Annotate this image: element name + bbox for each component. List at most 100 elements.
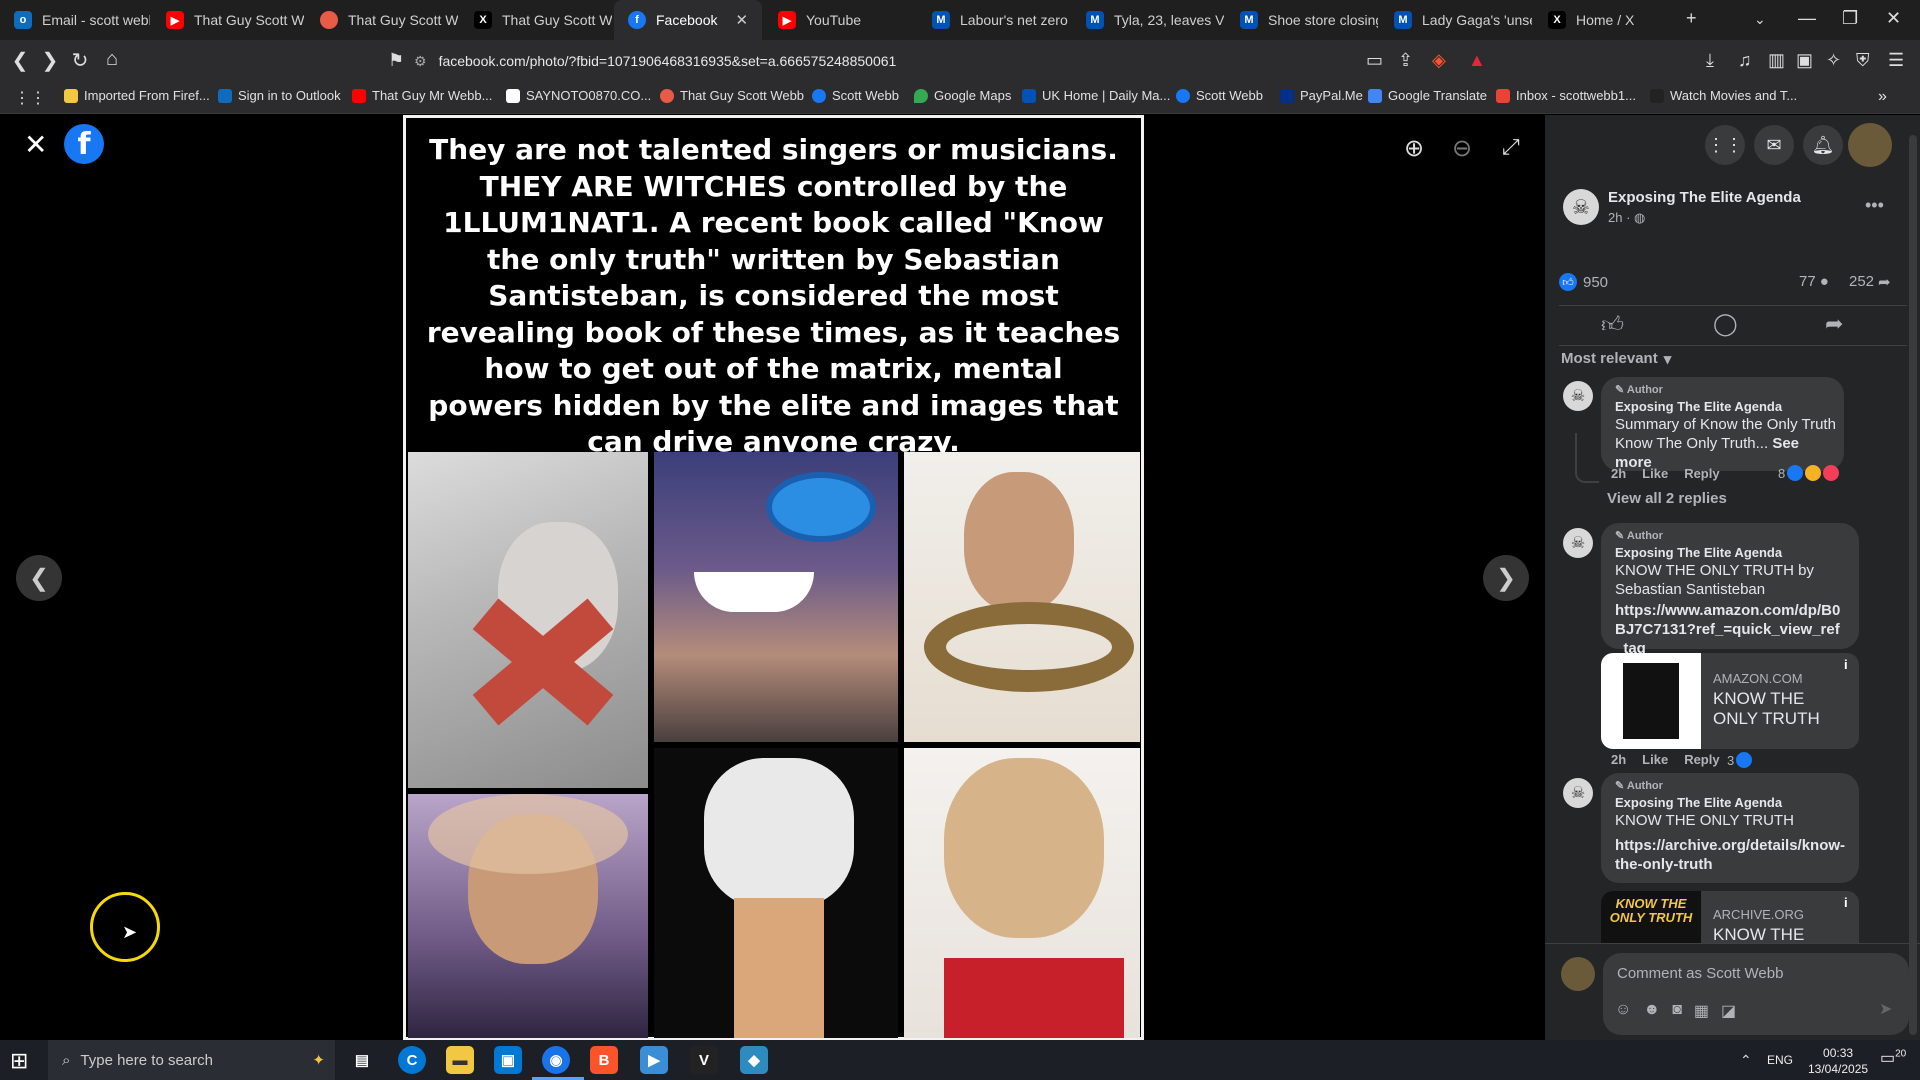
close-viewer-icon[interactable]: ✕ [24, 128, 47, 161]
like-button-icon[interactable]: 👍︎ [1601, 311, 1624, 338]
task-view-icon[interactable]: ▤ [348, 1046, 376, 1074]
share-count[interactable]: 252 ➦ [1849, 273, 1891, 291]
bookmark-item[interactable]: Google Maps [914, 88, 1011, 103]
vpn-icon[interactable]: ⛨ [1856, 50, 1870, 71]
browser-tab[interactable]: ▶ YouTube [764, 0, 916, 40]
notification-center[interactable]: ▭20 [1880, 1048, 1906, 1068]
app-icon[interactable]: ◉ [542, 1046, 570, 1074]
windows-start-icon[interactable]: ⊞ [10, 1048, 28, 1074]
browser-tab[interactable]: ▶ That Guy Scott We [152, 0, 304, 40]
app-icon[interactable]: ◆ [740, 1046, 768, 1074]
reload-icon[interactable]: ↻ [66, 48, 94, 73]
file-explorer-icon[interactable]: ▬ [446, 1046, 474, 1074]
menu-grid-icon[interactable]: ⋮⋮ [1705, 125, 1745, 165]
browser-tab[interactable]: o Email - scott webb [0, 0, 150, 40]
browser-tab[interactable]: X Home / X [1534, 0, 1664, 40]
bookmark-item[interactable]: SAYNOTO0870.CO... [506, 88, 651, 103]
media-icon[interactable]: ♫ [1738, 50, 1752, 71]
screen-cast-icon[interactable]: ▭ [1366, 50, 1383, 71]
page-name[interactable]: Exposing The Elite Agenda [1608, 189, 1801, 206]
taskbar-search[interactable]: ⌕ Type here to search ✦ [48, 1040, 335, 1080]
comment-like-button[interactable]: Like [1642, 466, 1668, 481]
store-icon[interactable]: ▣ [494, 1046, 522, 1074]
brave-browser-icon[interactable]: B [590, 1046, 618, 1074]
notifications-icon[interactable]: 🔔︎ [1803, 125, 1843, 165]
browser-tab[interactable]: That Guy Scott We [306, 0, 458, 40]
sort-dropdown[interactable]: Most relevant ▾ [1561, 350, 1671, 368]
post-time[interactable]: 2h · [1608, 210, 1634, 225]
comment-author[interactable]: Exposing The Elite Agenda [1615, 795, 1782, 810]
language-indicator[interactable]: ENG [1767, 1053, 1793, 1067]
more-options-icon[interactable]: ••• [1865, 195, 1884, 216]
messenger-icon[interactable]: ✉ [1754, 125, 1794, 165]
bookmark-item[interactable]: Watch Movies and T... [1650, 88, 1797, 103]
browser-tab[interactable]: M Tyla, 23, leaves VER [1072, 0, 1224, 40]
comment-like-button[interactable]: Like [1642, 752, 1668, 767]
comment-author[interactable]: Exposing The Elite Agenda [1615, 545, 1782, 560]
comment-reply-button[interactable]: Reply [1684, 752, 1719, 767]
view-replies-link[interactable]: View all 2 replies [1607, 490, 1727, 507]
share-button-icon[interactable]: ➦ [1825, 311, 1843, 337]
tab-list-chevron-icon[interactable]: ⌄ [1754, 11, 1766, 28]
comment-button-icon[interactable]: ◯ [1713, 311, 1738, 337]
browser-tab[interactable]: M Labour's net zero c [918, 0, 1070, 40]
comment-reply-button[interactable]: Reply [1684, 466, 1719, 481]
comment-author[interactable]: Exposing The Elite Agenda [1615, 399, 1782, 414]
comment-input-box[interactable]: Comment as Scott Webb ☺ ☻ ◙ ▦ ◪ ➤ [1603, 953, 1909, 1035]
vpn-app-icon[interactable]: V [690, 1046, 718, 1074]
home-icon[interactable]: ⌂ [98, 48, 126, 71]
comment-reactions[interactable]: 3 [1727, 752, 1753, 768]
next-photo-icon[interactable]: ❯ [1483, 555, 1529, 601]
sidebar-icon[interactable]: ▥ [1768, 50, 1785, 71]
minimize-icon[interactable]: — [1798, 8, 1816, 29]
camera-icon[interactable]: ◙ [1672, 1001, 1682, 1021]
bookmark-item[interactable]: Sign in to Outlook [218, 88, 341, 103]
new-tab-icon[interactable]: + [1686, 8, 1697, 29]
more-bookmarks-icon[interactable]: » [1878, 88, 1887, 106]
scrollbar[interactable] [1909, 135, 1917, 1035]
copilot-icon[interactable]: C [398, 1046, 426, 1074]
info-icon[interactable]: i [1844, 895, 1848, 910]
comment-link[interactable]: https://www.amazon.com/dp/B0BJ7C7131?ref… [1615, 601, 1847, 658]
bookmark-item[interactable]: Google Translate [1368, 88, 1487, 103]
reaction-summary[interactable]: 👍︎ 950 [1559, 273, 1608, 291]
page-avatar[interactable]: ☠ [1563, 189, 1599, 225]
forward-icon[interactable]: ❯ [36, 48, 64, 73]
gif-icon[interactable]: ▦ [1694, 1001, 1709, 1021]
clock[interactable]: 00:33 13/04/2025 [1808, 1045, 1868, 1077]
bookmark-item[interactable]: Scott Webb [1176, 88, 1263, 103]
media-player-icon[interactable]: ▶ [640, 1046, 668, 1074]
zoom-in-icon[interactable]: ⊕ [1404, 134, 1424, 163]
brave-shield-icon[interactable]: ◈ [1432, 50, 1446, 71]
info-icon[interactable]: i [1844, 657, 1848, 672]
browser-tab[interactable]: X That Guy Scott We [460, 0, 612, 40]
menu-icon[interactable]: ☰ [1888, 50, 1904, 71]
profile-avatar[interactable] [1848, 123, 1892, 167]
comment-reactions[interactable]: 8 [1778, 465, 1840, 481]
restore-icon[interactable]: ❐ [1842, 8, 1858, 29]
commenter-avatar[interactable]: ☠ [1563, 381, 1593, 411]
bookmark-item[interactable]: PayPal.Me [1280, 88, 1363, 103]
downloads-icon[interactable]: ⤓ [1706, 50, 1714, 71]
fullscreen-icon[interactable]: ⤢ [1502, 134, 1520, 160]
link-preview-card[interactable]: AMAZON.COM KNOW THE ONLY TRUTH i [1601, 653, 1859, 749]
brave-rewards-icon[interactable]: ▲ [1468, 50, 1486, 71]
bookmark-item[interactable]: Imported From Firef... [64, 88, 210, 103]
bookmark-icon[interactable]: ⚑ [388, 50, 404, 71]
avatar-sticker-icon[interactable]: ☺ [1615, 1001, 1631, 1021]
apps-grid-icon[interactable]: ⋮⋮ [14, 88, 46, 108]
bookmark-item[interactable]: That Guy Mr Webb... [352, 88, 492, 103]
close-window-icon[interactable]: ✕ [1886, 8, 1901, 29]
zoom-out-icon[interactable]: ⊖ [1452, 134, 1472, 163]
browser-tab[interactable]: M Lady Gaga's 'unset [1380, 0, 1532, 40]
show-hidden-icons-icon[interactable]: ⌃ [1740, 1052, 1752, 1069]
browser-tab[interactable]: M Shoe store closing [1226, 0, 1378, 40]
share-icon[interactable]: ⇪ [1398, 50, 1413, 71]
bookmark-item[interactable]: Inbox - scottwebb1... [1496, 88, 1636, 103]
bookmark-item[interactable]: UK Home | Daily Ma... [1022, 88, 1170, 103]
emoji-icon[interactable]: ☻ [1643, 1001, 1660, 1021]
bookmark-item[interactable]: That Guy Scott Webb [660, 88, 804, 103]
close-tab-icon[interactable]: ✕ [735, 11, 748, 29]
send-icon[interactable]: ➤ [1879, 999, 1892, 1019]
wallet-icon[interactable]: ▣ [1796, 50, 1813, 71]
